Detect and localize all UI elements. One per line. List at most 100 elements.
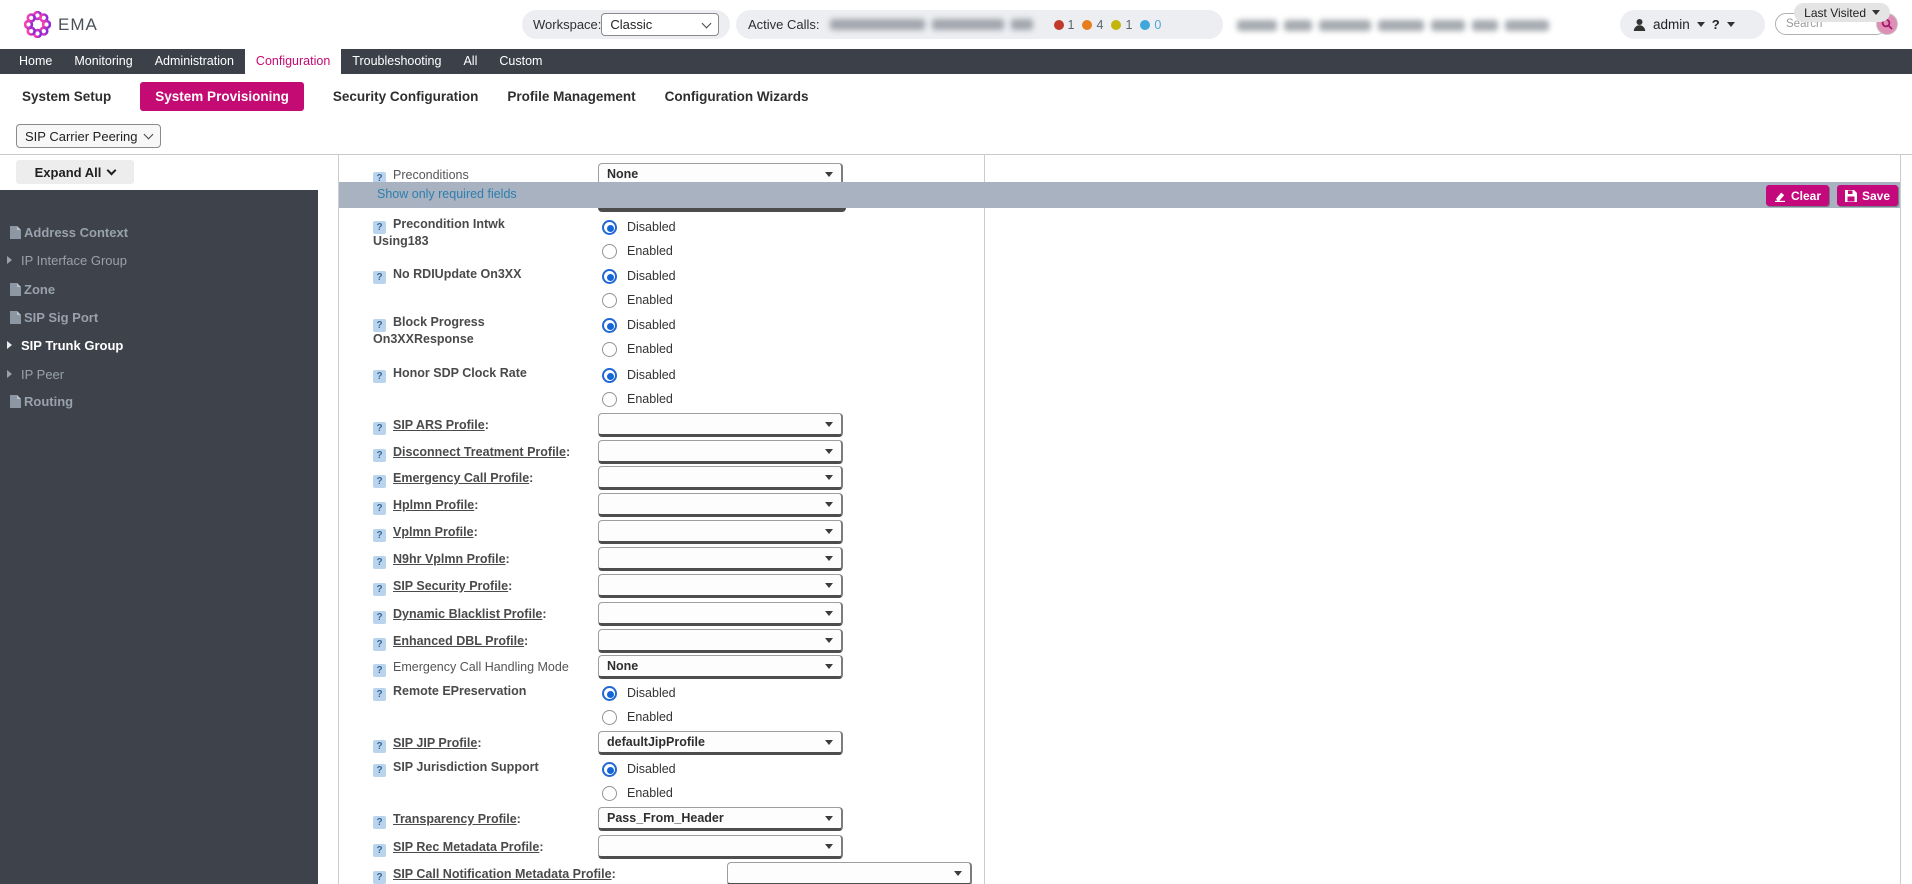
no-rdiupdate-on3xx-radio-disabled[interactable] (602, 269, 617, 284)
field-label[interactable]: Transparency Profile (393, 812, 517, 826)
sidebar-item-address-context[interactable]: Address Context (10, 223, 128, 241)
sidebar-item-ip-peer[interactable]: IP Peer (7, 365, 64, 383)
help-icon[interactable]: ? (373, 583, 386, 596)
scope-select[interactable]: SIP Carrier Peering (16, 124, 161, 148)
nav-item-configuration[interactable]: Configuration (245, 49, 341, 74)
n9hr-vplmn-profile-select[interactable] (598, 547, 843, 571)
last-visited-button[interactable]: Last Visited (1794, 3, 1890, 22)
sip-jurisdiction-support-radio-enabled[interactable] (602, 786, 617, 801)
field-label[interactable]: Hplmn Profile (393, 498, 474, 512)
help-icon[interactable]: ? (373, 271, 386, 284)
tab-system-provisioning[interactable]: System Provisioning (140, 82, 304, 111)
hplmn-profile-select[interactable] (598, 493, 843, 517)
help-icon[interactable]: ? (373, 449, 386, 462)
active-calls-pill: Active Calls: 1410 (736, 10, 1223, 39)
precondition-intwk-using183-radio-enabled[interactable] (602, 244, 617, 259)
field-label[interactable]: SIP ARS Profile (393, 418, 485, 432)
nav-item-all[interactable]: All (452, 49, 488, 74)
sip-jurisdiction-support-radio-disabled[interactable] (602, 762, 617, 777)
sip-ars-profile-select[interactable] (598, 413, 843, 437)
help-icon[interactable]: ? (373, 422, 386, 435)
help-icon[interactable]: ? (373, 764, 386, 777)
chevron-down-icon (144, 130, 154, 140)
expand-caret-icon[interactable] (7, 256, 12, 264)
expand-caret-icon[interactable] (7, 370, 12, 378)
clear-button[interactable]: Clear (1766, 185, 1829, 206)
help-icon[interactable]: ? (373, 871, 386, 884)
emergency-call-handling-mode-select[interactable]: None (598, 655, 843, 679)
help-icon[interactable]: ? (373, 319, 386, 332)
user-caret-icon[interactable] (1697, 22, 1705, 27)
radio-option-label: Enabled (627, 710, 673, 725)
field-label[interactable]: Vplmn Profile (393, 525, 474, 539)
sidebar-item-sip-trunk-group[interactable]: SIP Trunk Group (7, 336, 123, 354)
help-icon[interactable]: ? (373, 740, 386, 753)
form-row-vplmn-profile: ?Vplmn Profile: (373, 520, 613, 537)
nav-item-custom[interactable]: Custom (488, 49, 553, 74)
field-label[interactable]: Disconnect Treatment Profile (393, 445, 566, 459)
help-icon[interactable]: ? (373, 611, 386, 624)
tab-system-setup[interactable]: System Setup (22, 82, 111, 111)
help-menu[interactable]: ? (1712, 17, 1720, 32)
user-menu-pill[interactable]: admin ? (1620, 10, 1765, 39)
transparency-profile-select[interactable]: Pass_From_Header (598, 807, 843, 831)
field-label[interactable]: SIP Security Profile (393, 579, 508, 593)
sip-security-profile-select[interactable] (598, 574, 843, 598)
tab-configuration-wizards[interactable]: Configuration Wizards (665, 82, 809, 111)
show-required-fields-link[interactable]: Show only required fields (377, 187, 517, 201)
sidebar-item-ip-interface-group[interactable]: IP Interface Group (7, 251, 127, 269)
nav-item-administration[interactable]: Administration (144, 49, 245, 74)
help-icon[interactable]: ? (373, 502, 386, 515)
sidebar-item-routing[interactable]: Routing (10, 392, 73, 410)
help-icon[interactable]: ? (373, 529, 386, 542)
remote-epreservation-radio-enabled[interactable] (602, 710, 617, 725)
enhanced-dbl-profile-select[interactable] (598, 629, 843, 653)
top-bar: EMA Workspace: Classic Active Calls: 141… (0, 0, 1912, 49)
precondition-intwk-using183-radio-disabled[interactable] (602, 220, 617, 235)
disconnect-treatment-profile-select[interactable] (598, 440, 843, 464)
field-label[interactable]: Emergency Call Profile (393, 471, 529, 485)
field-label[interactable]: SIP Rec Metadata Profile (393, 840, 539, 854)
sip-rec-metadata-profile-select[interactable] (598, 835, 843, 859)
help-caret-icon[interactable] (1727, 22, 1735, 27)
help-icon[interactable]: ? (373, 370, 386, 383)
sip-call-notification-metadata-profile-select[interactable] (727, 862, 972, 884)
tab-profile-management[interactable]: Profile Management (507, 82, 635, 111)
nav-item-monitoring[interactable]: Monitoring (63, 49, 143, 74)
no-rdiupdate-on3xx-radio-enabled[interactable] (602, 293, 617, 308)
emergency-call-profile-select[interactable] (598, 466, 843, 490)
help-icon[interactable]: ? (373, 475, 386, 488)
block-progress-on3xxresponse-radio-enabled[interactable] (602, 342, 617, 357)
help-icon[interactable]: ? (373, 844, 386, 857)
help-icon[interactable]: ? (373, 816, 386, 829)
field-label[interactable]: SIP JIP Profile (393, 736, 477, 750)
expand-all-button[interactable]: Expand All (16, 160, 134, 184)
sidebar-item-sip-sig-port[interactable]: SIP Sig Port (10, 308, 98, 326)
vplmn-profile-select[interactable] (598, 520, 843, 544)
field-label[interactable]: Dynamic Blacklist Profile (393, 607, 542, 621)
dynamic-blacklist-profile-select[interactable] (598, 602, 843, 626)
nav-item-home[interactable]: Home (8, 49, 63, 74)
chevron-down-icon (825, 816, 833, 821)
help-icon[interactable]: ? (373, 688, 386, 701)
select-value: None (607, 167, 638, 181)
workspace-select[interactable]: Classic (601, 13, 719, 36)
save-button[interactable]: Save (1837, 185, 1898, 206)
sip-jip-profile-select[interactable]: defaultJipProfile (598, 731, 843, 755)
help-icon[interactable]: ? (373, 221, 386, 234)
block-progress-on3xxresponse-radio-disabled[interactable] (602, 318, 617, 333)
help-icon[interactable]: ? (373, 664, 386, 677)
nav-item-troubleshooting[interactable]: Troubleshooting (341, 49, 452, 74)
field-label[interactable]: SIP Call Notification Metadata Profile (393, 867, 612, 881)
field-label[interactable]: N9hr Vplmn Profile (393, 552, 506, 566)
honor-sdp-clock-rate-radio-disabled[interactable] (602, 368, 617, 383)
help-icon[interactable]: ? (373, 556, 386, 569)
sidebar-item-zone[interactable]: Zone (10, 280, 55, 298)
honor-sdp-clock-rate-radio-enabled[interactable] (602, 392, 617, 407)
expand-caret-icon[interactable] (7, 341, 12, 349)
help-icon[interactable]: ? (373, 638, 386, 651)
tab-security-configuration[interactable]: Security Configuration (333, 82, 479, 111)
remote-epreservation-radio-disabled[interactable] (602, 686, 617, 701)
alarm-count: 1 (1111, 18, 1132, 32)
field-label[interactable]: Enhanced DBL Profile (393, 634, 524, 648)
